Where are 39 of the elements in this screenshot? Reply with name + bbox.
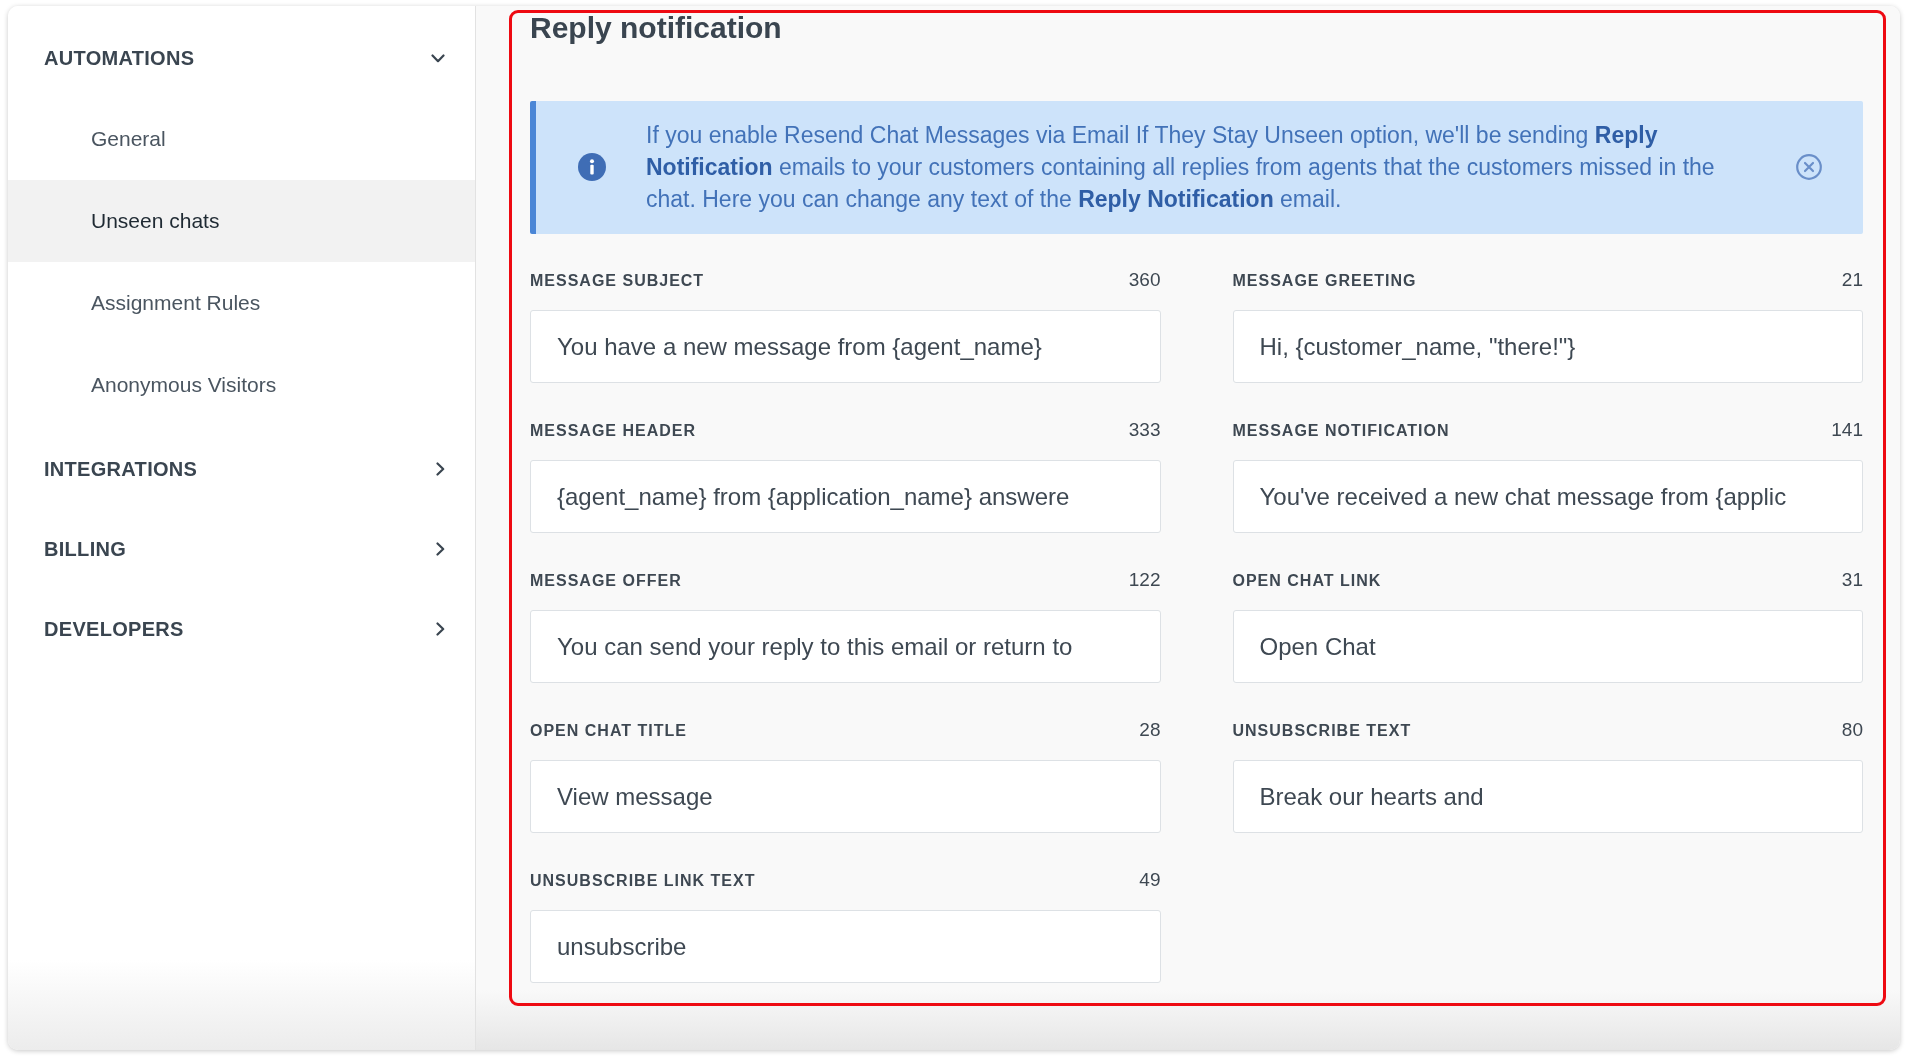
character-count: 333 <box>1128 419 1161 441</box>
field-label: MESSAGE HEADER <box>530 421 697 441</box>
character-count: 21 <box>1841 269 1863 291</box>
character-count: 141 <box>1831 419 1863 441</box>
sidebar-item[interactable]: General <box>8 98 475 180</box>
text-field[interactable]: Break our hearts and <box>1232 760 1863 833</box>
text-field[interactable]: Hi, {customer_name, "there!"} <box>1232 310 1863 383</box>
character-count: 31 <box>1841 569 1863 591</box>
character-count: 80 <box>1841 719 1863 741</box>
character-count: 49 <box>1139 869 1161 891</box>
text-field[interactable]: unsubscribe <box>530 910 1161 983</box>
close-icon[interactable] <box>1796 154 1822 180</box>
character-count: 360 <box>1128 269 1161 291</box>
character-count: 122 <box>1128 569 1161 591</box>
text-field[interactable]: Open Chat <box>1232 610 1863 683</box>
field-label: UNSUBSCRIBE LINK TEXT <box>530 871 756 891</box>
sidebar-item[interactable]: Unseen chats <box>8 180 475 262</box>
sidebar-section-header[interactable]: INTEGRATIONS <box>8 429 475 509</box>
text-field[interactable]: You've received a new chat message from {applic <box>1232 460 1863 533</box>
sidebar-section-header[interactable]: BILLING <box>8 509 475 589</box>
info-icon <box>578 153 606 181</box>
sidebar-item[interactable]: Anonymous Visitors <box>8 344 475 426</box>
field-label: MESSAGE SUBJECT <box>530 271 705 291</box>
character-count: 28 <box>1139 719 1161 741</box>
field-label: OPEN CHAT TITLE <box>530 721 687 741</box>
sidebar-item[interactable]: Assignment Rules <box>8 262 475 344</box>
banner-text: If you enable Resend Chat Messages via Email If They Stay Unseen option, we'll be sending Reply Notification emails to your customers containing all replies from agents that the customers missed in the chat. Here you can change any text of the Reply Notification email. <box>646 121 1716 214</box>
sidebar-section-header[interactable]: AUTOMATIONS <box>8 18 475 98</box>
text-field[interactable]: You have a new message from {agent_name} <box>530 310 1161 383</box>
page-title: Reply notification <box>530 13 783 43</box>
text-field[interactable]: View message <box>530 760 1161 833</box>
field-label: MESSAGE NOTIFICATION <box>1232 421 1450 441</box>
text-field[interactable]: You can send your reply to this email or return to <box>530 610 1161 683</box>
field-label: UNSUBSCRIBE TEXT <box>1232 721 1412 741</box>
text-field[interactable]: {agent_name} from {application_name} answere <box>530 460 1161 533</box>
sidebar-section-header[interactable]: DEVELOPERS <box>8 589 475 669</box>
field-label: MESSAGE GREETING <box>1232 271 1417 291</box>
field-label: OPEN CHAT LINK <box>1232 571 1382 591</box>
field-label: MESSAGE OFFER <box>530 571 682 591</box>
